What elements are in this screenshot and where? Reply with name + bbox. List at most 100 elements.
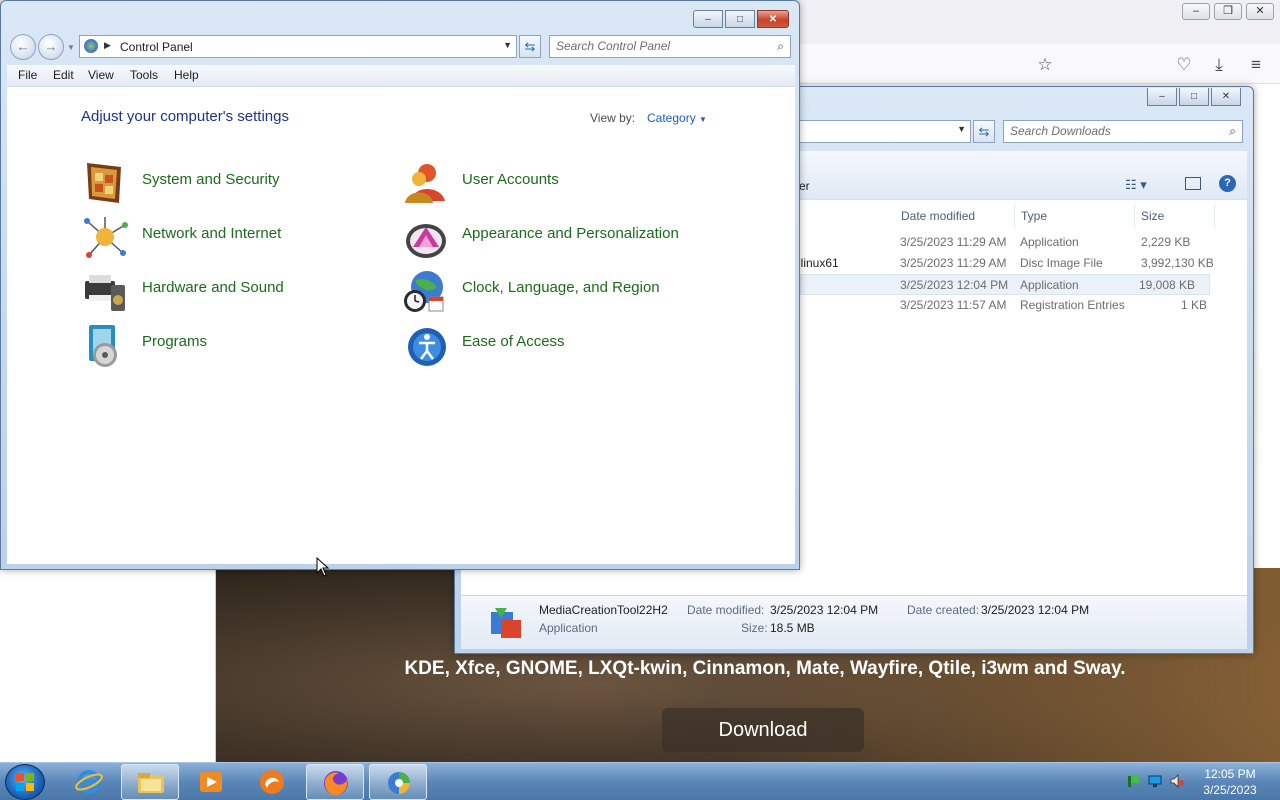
explorer-refresh-icon[interactable]: ⇆: [973, 120, 995, 143]
pocket-icon[interactable]: ♡: [1173, 54, 1195, 76]
menu-view[interactable]: View: [88, 68, 114, 82]
taskbar-uc-browser[interactable]: [243, 764, 301, 800]
internet-explorer-icon: [75, 770, 103, 794]
category-label[interactable]: System and Security: [142, 171, 280, 188]
help-icon[interactable]: ?: [1219, 175, 1236, 192]
file-row[interactable]: 3/25/2023 11:29 AM Application 2,229 KB: [800, 232, 1210, 253]
file-type: Application: [1020, 235, 1079, 249]
ease-of-access-icon: [401, 321, 449, 369]
windows-logo-icon: [16, 773, 34, 791]
refresh-icon[interactable]: ⇆: [519, 35, 541, 58]
control-panel-icon: [84, 39, 98, 53]
file-row[interactable]: 5-linux61 3/25/2023 11:29 AM Disc Image …: [790, 253, 1214, 274]
maximize-button[interactable]: □: [725, 10, 755, 28]
file-size: 2,229 KB: [1141, 235, 1191, 249]
file-date: 3/25/2023 11:29 AM: [900, 256, 1007, 270]
browser-minimize-button[interactable]: –: [1182, 3, 1210, 20]
file-date: 3/25/2023 11:29 AM: [900, 235, 1007, 249]
address-bar[interactable]: ▶ Control Panel ▼: [79, 35, 517, 58]
clock-globe-icon: [401, 267, 449, 315]
menu-help[interactable]: Help: [174, 68, 199, 82]
chevron-down-icon[interactable]: ▼: [957, 124, 966, 134]
category-label[interactable]: Programs: [142, 333, 207, 350]
back-button[interactable]: ←: [10, 34, 36, 60]
taskbar-firefox[interactable]: [306, 764, 364, 800]
explorer-maximize-button[interactable]: □: [1179, 88, 1209, 106]
uc-browser-icon: [260, 770, 284, 794]
category-label[interactable]: User Accounts: [462, 171, 559, 188]
hero-desktop-list: KDE, Xfce, GNOME, LXQt-kwin, Cinnamon, M…: [404, 658, 1126, 679]
menu-file[interactable]: File: [18, 68, 37, 82]
command-bar-item[interactable]: er: [799, 179, 810, 193]
forward-button[interactable]: →: [38, 34, 64, 60]
programs-disc-icon: [81, 321, 129, 369]
breadcrumb-arrow-icon[interactable]: ▶: [104, 40, 111, 51]
file-size: 1 KB: [1181, 298, 1208, 312]
details-pane: MediaCreationTool22H2 Application Date m…: [461, 595, 1247, 649]
start-button[interactable]: [5, 764, 45, 800]
appearance-icon: [401, 213, 449, 261]
file-type: Disc Image File: [1020, 256, 1103, 270]
view-options-icon[interactable]: ☷ ▾: [1125, 177, 1147, 193]
category-label[interactable]: Ease of Access: [462, 333, 565, 350]
explorer-minimize-button[interactable]: –: [1147, 88, 1177, 106]
view-by-label: View by:: [590, 111, 636, 125]
recent-pages-chevron-icon[interactable]: ▼: [67, 43, 75, 52]
explorer-search-input[interactable]: Search Downloads ⌕: [1003, 120, 1243, 143]
download-button[interactable]: Download: [662, 708, 864, 752]
browser-maximize-button[interactable]: ❒: [1214, 3, 1242, 20]
clock-time: 12:05 PM: [1204, 767, 1256, 781]
category-label[interactable]: Clock, Language, and Region: [462, 279, 660, 296]
control-panel-content: Adjust your computer's settings View by:…: [7, 87, 795, 564]
bookmark-star-icon[interactable]: ☆: [1034, 54, 1056, 76]
file-type: Registration Entries: [1020, 298, 1125, 312]
menu-edit[interactable]: Edit: [53, 68, 74, 82]
details-size-label: Size:: [741, 621, 768, 635]
control-panel-icon: [388, 772, 410, 794]
close-button[interactable]: ✕: [757, 10, 789, 28]
column-header-date[interactable]: Date modified: [895, 205, 1015, 227]
folder-icon: [138, 773, 164, 793]
file-size: 19,008 KB: [1139, 278, 1196, 292]
search-input[interactable]: Search Control Panel ⌕: [549, 35, 791, 58]
category-label[interactable]: Appearance and Personalization: [462, 225, 679, 242]
file-date: 3/25/2023 12:04 PM: [900, 278, 1009, 292]
mouse-cursor-icon: [316, 557, 330, 577]
menu-hamburger-icon[interactable]: ≡: [1245, 54, 1267, 76]
taskbar-clock[interactable]: 12:05 PM 3/25/2023: [1190, 766, 1270, 798]
page-title: Adjust your computer's settings: [81, 108, 289, 125]
column-header-size[interactable]: Size: [1135, 205, 1215, 227]
flag-notification-icon[interactable]: [1126, 774, 1140, 788]
chevron-down-icon[interactable]: ▼: [503, 40, 512, 50]
search-icon: ⌕: [777, 39, 784, 53]
taskbar-windows-explorer[interactable]: [121, 764, 179, 800]
details-date-modified-label: Date modified:: [687, 603, 765, 617]
file-type: Application: [1020, 278, 1079, 292]
page-sidebar-area: [0, 568, 216, 762]
explorer-close-button[interactable]: ✕: [1211, 88, 1241, 106]
category-label[interactable]: Hardware and Sound: [142, 279, 284, 296]
details-file-kind: Application: [539, 621, 598, 635]
taskbar-internet-explorer[interactable]: [60, 764, 118, 800]
breadcrumb[interactable]: Control Panel: [120, 40, 193, 54]
view-by-dropdown[interactable]: Category ▼: [647, 111, 707, 125]
clock-date: 3/25/2023: [1203, 783, 1257, 797]
download-icon[interactable]: ⤓: [1208, 54, 1230, 76]
volume-speaker-icon[interactable]: [1170, 774, 1184, 788]
column-header-type[interactable]: Type: [1015, 205, 1135, 227]
file-row[interactable]: 3/25/2023 11:57 AM Registration Entries …: [800, 295, 1210, 316]
file-row-selected[interactable]: 3/25/2023 12:04 PM Application 19,008 KB: [800, 274, 1210, 295]
explorer-address-bar[interactable]: ▼: [799, 120, 971, 143]
printer-speaker-icon: [81, 267, 129, 315]
taskbar-media-player[interactable]: [182, 764, 240, 800]
taskbar-control-panel[interactable]: [369, 764, 427, 800]
network-monitor-icon[interactable]: [1148, 774, 1162, 788]
menu-tools[interactable]: Tools: [130, 68, 158, 82]
preview-pane-icon[interactable]: [1185, 177, 1201, 190]
minimize-button[interactable]: –: [693, 10, 723, 28]
control-panel-window: – □ ✕ ← → ▼ ▶ Control Panel ▼ ⇆ Search C…: [0, 0, 800, 570]
browser-close-button[interactable]: ✕: [1246, 3, 1274, 20]
file-size: 3,992,130 KB: [1141, 256, 1214, 270]
category-label[interactable]: Network and Internet: [142, 225, 281, 242]
details-date-created-label: Date created:: [907, 603, 980, 617]
